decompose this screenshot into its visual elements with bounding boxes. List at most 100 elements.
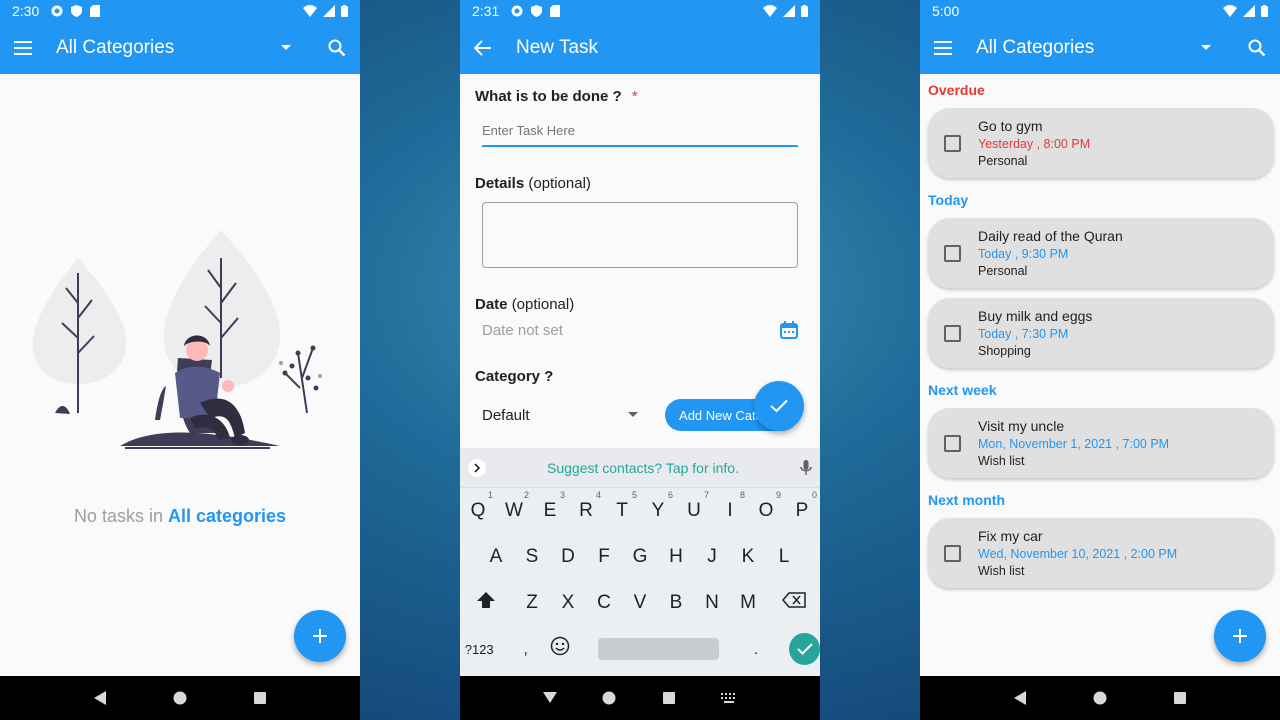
key-z[interactable]: Z (514, 592, 550, 614)
space-key[interactable] (597, 638, 719, 660)
keyboard-row-3: ZXCVBNM (460, 580, 820, 626)
task-label-text: What is to be done ? (475, 88, 622, 105)
key-y[interactable]: Y6 (640, 490, 676, 522)
dropdown-arrow-icon (628, 412, 639, 418)
key-o[interactable]: O9 (748, 490, 784, 522)
key-r[interactable]: R4 (568, 490, 604, 522)
key-x[interactable]: X (550, 592, 586, 614)
key-j[interactable]: J (694, 546, 730, 568)
key-w[interactable]: W2 (496, 490, 532, 522)
shift-key[interactable] (466, 592, 506, 614)
sd-card-icon (550, 5, 561, 17)
task-card[interactable]: Visit my uncle Mon, November 1, 2021 , 7:… (928, 408, 1274, 478)
home-nav-icon[interactable] (173, 691, 187, 705)
suggest-contacts-text[interactable]: Suggest contacts? Tap for info. (486, 460, 800, 476)
task-checkbox[interactable] (944, 434, 961, 452)
category-title[interactable]: All Categories (56, 37, 174, 59)
key-e[interactable]: E3 (532, 490, 568, 522)
back-nav-icon[interactable] (93, 691, 107, 705)
home-nav-icon[interactable] (1093, 691, 1107, 705)
recents-nav-icon[interactable] (662, 691, 676, 705)
key-v[interactable]: V (622, 592, 658, 614)
menu-icon[interactable] (934, 40, 954, 56)
key-a[interactable]: A (478, 546, 514, 568)
key-b[interactable]: B (658, 592, 694, 614)
key-h[interactable]: H (658, 546, 694, 568)
key-q[interactable]: Q1 (460, 490, 496, 522)
keyboard-row-4: ?123 , . (460, 626, 820, 672)
category-select[interactable]: Default (482, 407, 639, 424)
microphone-icon[interactable] (800, 459, 812, 476)
battery-icon (801, 5, 808, 17)
search-icon[interactable] (1248, 39, 1266, 57)
recents-nav-icon[interactable] (253, 691, 267, 705)
dropdown-arrow-icon[interactable] (1200, 44, 1212, 52)
new-task-form: What is to be done ? * Enter Task Here D… (460, 74, 820, 431)
category-title[interactable]: All Categories (976, 37, 1094, 59)
task-category: Personal (978, 264, 1028, 278)
back-arrow-icon[interactable] (474, 40, 492, 56)
key-number-hint: 9 (775, 490, 781, 500)
key-t[interactable]: T5 (604, 490, 640, 522)
key-u[interactable]: U7 (676, 490, 712, 522)
calendar-icon[interactable] (780, 321, 798, 339)
task-input[interactable]: Enter Task Here (482, 115, 798, 147)
key-g[interactable]: G (622, 546, 658, 568)
task-card[interactable]: Go to gym Yesterday , 8:00 PM Personal (928, 108, 1274, 178)
key-s[interactable]: S (514, 546, 550, 568)
task-checkbox[interactable] (944, 134, 961, 152)
section-header: Today (928, 192, 969, 208)
key-n[interactable]: N (694, 592, 730, 614)
key-m[interactable]: M (730, 592, 766, 614)
chevron-right-icon[interactable] (468, 458, 486, 477)
task-checkbox[interactable] (944, 244, 961, 262)
period-key[interactable]: . (739, 641, 774, 658)
recents-nav-icon[interactable] (1173, 691, 1187, 705)
back-nav-icon[interactable] (1013, 691, 1027, 705)
key-i[interactable]: I8 (712, 490, 748, 522)
keyboard-hide-icon[interactable] (542, 692, 557, 704)
task-card[interactable]: Buy milk and eggs Today , 7:30 PM Shopping (928, 298, 1274, 368)
task-checkbox[interactable] (944, 324, 961, 342)
key-f[interactable]: F (586, 546, 622, 568)
menu-icon[interactable] (14, 40, 34, 56)
dropdown-arrow-icon[interactable] (280, 44, 292, 52)
date-row[interactable]: Date not set (482, 321, 798, 339)
backspace-key[interactable] (774, 592, 814, 614)
add-task-fab[interactable] (294, 610, 346, 662)
task-checkbox[interactable] (944, 544, 961, 562)
key-c[interactable]: C (586, 592, 622, 614)
home-nav-icon[interactable] (602, 691, 616, 705)
key-number-hint: 7 (703, 490, 709, 500)
key-letter: R (579, 500, 593, 521)
task-date: Mon, November 1, 2021 , 7:00 PM (978, 437, 1170, 451)
wifi-icon (763, 5, 777, 17)
task-input-placeholder: Enter Task Here (482, 122, 575, 138)
keyboard-switch-icon[interactable] (721, 693, 737, 703)
enter-key[interactable] (789, 633, 820, 665)
key-letter: Q (470, 500, 486, 521)
status-bar: 5:00 (920, 0, 1280, 22)
on-screen-keyboard: Suggest contacts? Tap for info. Q1W2E3R4… (460, 448, 820, 676)
emoji-key[interactable] (543, 636, 578, 662)
key-l[interactable]: L (766, 546, 802, 568)
add-task-fab[interactable] (1214, 610, 1266, 662)
key-letter: U (687, 500, 701, 521)
key-p[interactable]: P0 (784, 490, 820, 522)
search-icon[interactable] (328, 39, 346, 57)
section-header: Overdue (928, 82, 985, 98)
task-text: Daily read of the Quran Today , 9:30 PM Pe… (978, 228, 1123, 278)
comma-key[interactable]: , (508, 641, 543, 658)
wifi-icon (1223, 5, 1237, 17)
task-card[interactable]: Daily read of the Quran Today , 9:30 PM Pe… (928, 218, 1274, 288)
screen-task-list: 5:00 All Categories Overdue Go to gym Yest… (920, 0, 1280, 720)
plus-icon (1233, 629, 1247, 643)
key-k[interactable]: K (730, 546, 766, 568)
task-card[interactable]: Fix my car Wed, November 10, 2021 , 2:00 … (928, 518, 1274, 588)
battery-icon (341, 5, 348, 17)
save-task-fab[interactable] (754, 381, 804, 431)
key-d[interactable]: D (550, 546, 586, 568)
symbols-key[interactable]: ?123 (460, 642, 498, 657)
details-textarea[interactable] (482, 202, 798, 268)
key-letter: E (543, 500, 557, 521)
